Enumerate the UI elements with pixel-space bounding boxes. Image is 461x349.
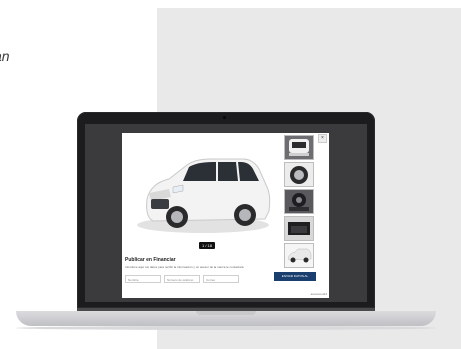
partial-heading-text: an xyxy=(0,48,10,64)
thumbnail-4[interactable] xyxy=(284,216,314,241)
thumbnail-3[interactable] xyxy=(284,189,314,214)
suv-image xyxy=(137,158,271,233)
thumbnail-1[interactable] xyxy=(284,135,314,160)
email-field[interactable]: Correo xyxy=(203,275,239,283)
phone-field[interactable]: Número de teléfono xyxy=(164,275,200,283)
thumb-interior xyxy=(285,190,313,213)
thumbnail-2[interactable] xyxy=(284,162,314,187)
photo-counter: 1 / 18 xyxy=(199,242,216,249)
form-title: Publicar en Financiar xyxy=(125,257,176,263)
footer-brand: autoscout24 xyxy=(310,292,327,296)
submit-button[interactable]: ENVIAR DATOS AL CONCESIONARIO xyxy=(274,272,316,287)
thumb-wheel xyxy=(285,163,313,186)
form-subtitle: Introduce aquí tus datos para recibir la… xyxy=(125,265,244,269)
thumbnail-strip xyxy=(284,135,314,270)
gallery-modal: × 1 / 18 Publicar en Financiar Introduce… xyxy=(122,133,329,298)
thumbnail-5[interactable] xyxy=(284,243,314,268)
laptop-lid: × 1 / 18 Publicar en Financiar Introduce… xyxy=(77,112,375,308)
laptop-screen: × 1 / 18 Publicar en Financiar Introduce… xyxy=(85,124,367,302)
thumb-rear-view xyxy=(285,136,313,159)
laptop-base xyxy=(16,311,436,326)
main-vehicle-photo[interactable]: 1 / 18 xyxy=(125,135,279,249)
laptop-notch xyxy=(196,311,256,315)
laptop-shadow xyxy=(16,326,436,330)
thumb-side-view xyxy=(285,244,313,267)
camera-dot xyxy=(223,116,226,119)
close-button[interactable]: × xyxy=(318,134,327,143)
name-field[interactable]: Nombre xyxy=(125,275,161,283)
thumb-trunk xyxy=(285,217,313,240)
